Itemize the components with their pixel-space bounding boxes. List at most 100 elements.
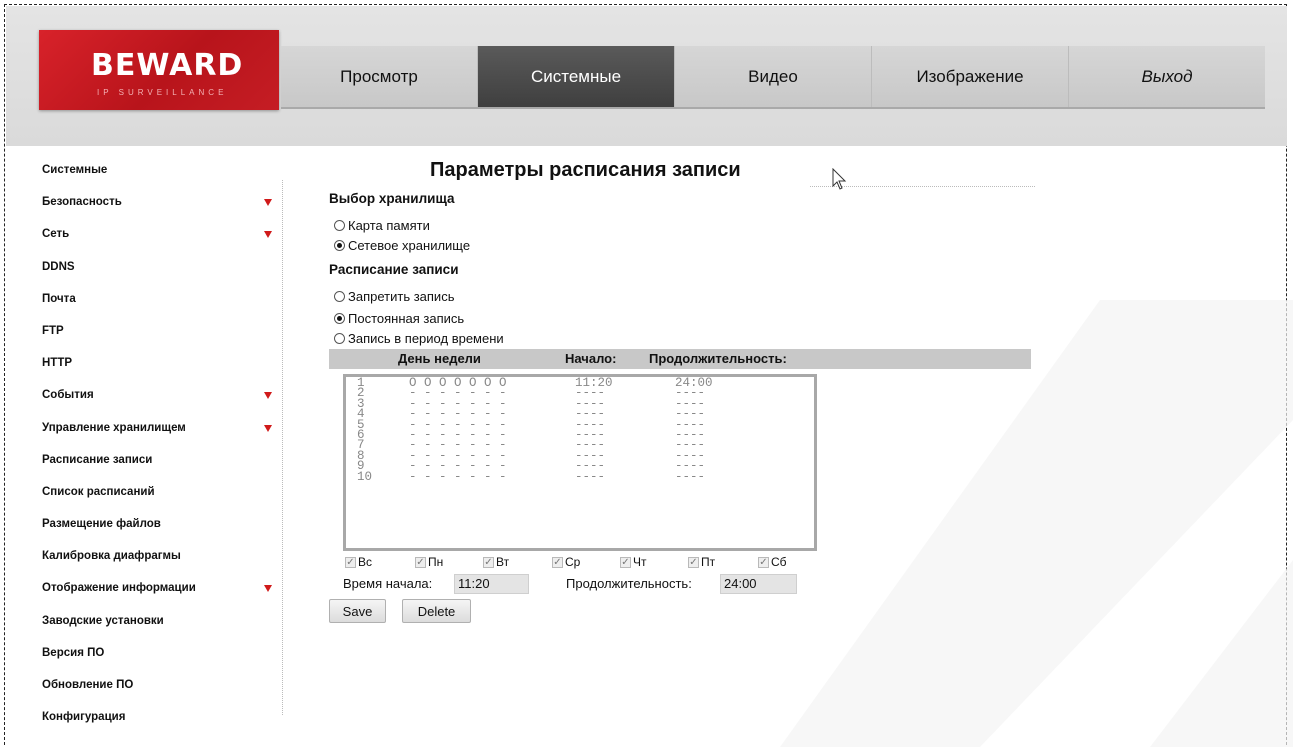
sidebar-item-label: DDNS [42,260,75,273]
radio-icon[interactable] [334,291,345,302]
schedule-options-radio-0[interactable]: Запретить запись [334,289,454,304]
checkbox-icon[interactable]: ✓ [688,556,699,568]
weekday-0[interactable]: ✓ Вс [345,555,372,569]
sidebar-item-6[interactable]: HTTP [6,347,284,379]
radio-label: Запись в период времени [348,331,504,346]
expand-arrow-icon[interactable] [264,424,272,432]
weekday-label: Сб [771,555,787,569]
expand-arrow-icon[interactable] [264,585,272,593]
sidebar-item-label: HTTP [42,357,73,370]
expand-arrow-icon[interactable] [264,231,272,239]
delete-button[interactable]: Delete [402,599,471,623]
row-duration: ---- [675,469,706,484]
sidebar-item-7[interactable]: События [6,379,284,411]
sidebar-item-label: Обновление ПО [42,679,134,691]
weekday-label: Вт [496,555,510,569]
weekday-5[interactable]: ✓ Пт [688,555,715,569]
col-day-of-week: День недели [398,351,481,366]
sidebar-item-2[interactable]: Сеть [6,218,284,250]
sidebar-item-14[interactable]: Заводские установки [6,605,284,637]
sidebar-item-label: Расписание записи [42,453,153,466]
mouse-cursor-icon [832,168,847,190]
sidebar-item-0[interactable]: Системные [6,154,284,186]
sidebar-item-label: Отображение информации [42,582,196,595]
expand-arrow-icon[interactable] [264,199,272,207]
checkbox-icon[interactable]: ✓ [620,556,631,568]
schedule-list[interactable]: 1O O O O O O O 11:20 24:00 2- - - - - - - --… [343,374,817,551]
list-item[interactable]: 4- - - - - - - ---- ---- [346,408,814,421]
sidebar-item-9[interactable]: Расписание записи [6,444,284,476]
sidebar-item-11[interactable]: Размещение файлов [6,508,284,540]
sidebar-item-3[interactable]: DDNS [6,251,284,283]
radio-label: Запретить запись [348,289,455,304]
sidebar-item-8[interactable]: Управление хранилищем [6,412,284,444]
nav-item-0[interactable]: Просмотр [281,46,478,107]
header: BEWARD IP SURVEILLANCE Просмотр Системные… [6,6,1287,146]
sidebar-item-12[interactable]: Калибровка диафрагмы [6,540,284,572]
sidebar-item-label: Безопасность [42,196,122,209]
start-time-label: Время начала: [343,576,433,591]
weekday-label: Пт [701,555,716,569]
sidebar-item-16[interactable]: Обновление ПО [6,669,284,701]
sidebar-item-10[interactable]: Список расписаний [6,476,284,508]
sidebar-item-label: FTP [42,324,64,337]
nav-item-4[interactable]: Выход [1069,46,1265,107]
schedule-table-header: День недели Начало: Продолжительность: [329,349,1031,369]
sidebar: Системные Безопасность Сеть DDNS Почта FTP HTT… [6,154,284,733]
sidebar-item-4[interactable]: Почта [6,283,284,315]
schedule-options-radio-2[interactable]: Запись в период времени [334,331,504,346]
sidebar-item-1[interactable]: Безопасность [6,186,284,218]
expand-arrow-icon[interactable] [264,392,272,400]
col-duration: Продолжительность: [649,351,787,366]
row-num: 10 [357,469,373,484]
duration-input[interactable]: 24:00 [720,574,797,594]
page-title: Параметры расписания записи [430,159,741,181]
checkbox-icon[interactable]: ✓ [345,556,356,568]
weekday-6[interactable]: ✓ Сб [758,555,787,569]
weekday-label: Вс [358,555,373,569]
list-item[interactable]: 9- - - - - - - ---- ---- [346,460,814,473]
col-start: Начало: [565,351,617,366]
sidebar-item-5[interactable]: FTP [6,315,284,347]
sidebar-item-13[interactable]: Отображение информации [6,572,284,604]
sidebar-item-label: Системные [42,164,108,176]
weekday-3[interactable]: ✓ Ср [552,555,580,569]
beward-logo[interactable]: BEWARD IP SURVEILLANCE [39,30,279,110]
storage-options-radio-0[interactable]: Карта памяти [334,218,430,233]
sidebar-item-17[interactable]: Конфигурация [6,701,284,733]
weekday-checkboxes: ✓ Вс ✓ Пн ✓ Вт ✓ Ср ✓ Чт ✓ Пт ✓ Сб [345,555,815,571]
start-time-input[interactable]: 11:20 [454,574,529,594]
checkbox-icon[interactable]: ✓ [758,556,769,568]
top-nav: Просмотр Системные Видео Изображение Выход [281,46,1265,109]
weekday-1[interactable]: ✓ Пн [415,555,443,569]
weekday-label: Пн [428,555,444,569]
checkbox-icon[interactable]: ✓ [552,556,563,568]
save-button[interactable]: Save [329,599,386,623]
radio-icon[interactable] [334,220,345,231]
radio-label: Постоянная запись [348,311,465,326]
storage-options-radio-1[interactable]: Сетевое хранилище [334,238,470,253]
sidebar-item-label: Версия ПО [42,646,105,659]
radio-icon[interactable] [334,333,345,344]
duration-label: Продолжительность: [566,576,692,591]
nav-item-1[interactable]: Системные [478,46,675,107]
sidebar-item-15[interactable]: Версия ПО [6,637,284,669]
sidebar-item-label: Размещение файлов [42,518,161,531]
weekday-4[interactable]: ✓ Чт [620,555,647,569]
nav-item-2[interactable]: Видео [675,46,872,107]
checkbox-icon[interactable]: ✓ [415,556,426,568]
sidebar-item-label: События [42,389,94,402]
sidebar-item-label: Список расписаний [42,485,155,498]
sidebar-item-label: Почта [42,292,76,305]
sidebar-item-label: Управление хранилищем [42,421,186,434]
list-item[interactable]: 10 - - - - - - - ---- ---- [346,469,814,484]
sidebar-item-label: Сеть [42,228,70,241]
row-days: - - - - - - - [409,469,507,484]
schedule-options-radio-1[interactable]: Постоянная запись [334,311,464,326]
weekday-2[interactable]: ✓ Вт [483,555,509,569]
radio-icon[interactable] [334,240,345,251]
checkbox-icon[interactable]: ✓ [483,556,494,568]
radio-icon[interactable] [334,313,345,324]
nav-item-3[interactable]: Изображение [872,46,1069,107]
logo-tagline: IP SURVEILLANCE [97,88,228,97]
